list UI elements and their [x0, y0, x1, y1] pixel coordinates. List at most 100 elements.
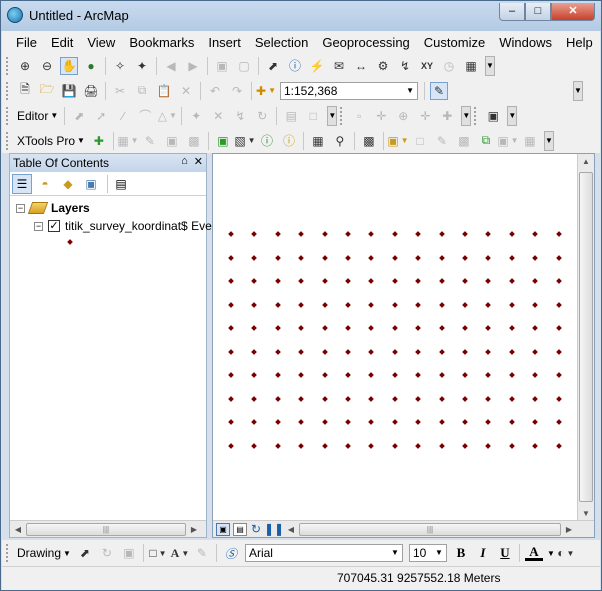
survey-point[interactable]	[391, 325, 398, 331]
survey-point[interactable]	[251, 372, 258, 378]
survey-point[interactable]	[555, 419, 562, 425]
snapping-icon[interactable]: ✛	[372, 107, 390, 125]
toolbar-grip[interactable]	[474, 106, 478, 125]
survey-point[interactable]	[228, 348, 234, 355]
survey-point[interactable]	[485, 419, 492, 425]
survey-point[interactable]	[438, 278, 445, 284]
menu-edit[interactable]: Edit	[45, 35, 79, 50]
layer-visibility-checkbox[interactable]: ✓	[48, 220, 60, 232]
survey-point[interactable]	[415, 254, 422, 261]
chevron-down-icon[interactable]: ▼	[406, 83, 414, 99]
toolbar-options-chevron-icon[interactable]: ▼	[543, 130, 554, 151]
title-bar[interactable]: Untitled - ArcMap – □ ✕	[1, 1, 601, 31]
survey-point[interactable]	[415, 278, 422, 284]
zoom-in-icon[interactable]: ⊕	[16, 57, 34, 75]
survey-point[interactable]	[228, 278, 234, 284]
survey-point[interactable]	[251, 395, 258, 402]
survey-point[interactable]	[368, 372, 375, 378]
survey-point[interactable]	[415, 325, 422, 331]
full-extent-globe-icon[interactable]: ●	[82, 57, 100, 75]
map-horizontal-scroll-thumb[interactable]: |||	[299, 522, 561, 536]
scroll-left-icon[interactable]: ◀	[10, 522, 26, 537]
add-feature-icon[interactable]: ▣	[214, 132, 232, 150]
survey-point[interactable]	[345, 348, 351, 355]
survey-point[interactable]	[228, 301, 234, 308]
survey-point[interactable]	[391, 301, 398, 308]
menu-help[interactable]: Help	[560, 35, 599, 50]
survey-point[interactable]	[391, 419, 398, 425]
open-folder-icon[interactable]: 🗁	[38, 82, 56, 100]
xtools-add-icon[interactable]: ✚	[90, 132, 108, 150]
info-icon[interactable]: ⓘ	[258, 132, 276, 150]
rectangle-icon[interactable]: □ ▼	[149, 544, 167, 562]
survey-point[interactable]	[368, 395, 375, 402]
survey-point[interactable]	[251, 254, 258, 261]
survey-point[interactable]	[532, 254, 539, 261]
survey-point[interactable]	[532, 301, 539, 308]
menu-bookmarks[interactable]: Bookmarks	[123, 35, 200, 50]
toolbar-grip[interactable]	[340, 106, 344, 125]
survey-point[interactable]	[368, 419, 375, 425]
survey-point[interactable]	[485, 301, 492, 308]
toolbar-grip[interactable]	[6, 81, 10, 100]
map-scale-combobox[interactable]: 1:152,368 ▼	[280, 81, 418, 100]
toolbar-grip[interactable]	[6, 106, 10, 125]
survey-point[interactable]	[462, 325, 468, 331]
survey-point[interactable]	[391, 254, 398, 261]
survey-point[interactable]	[508, 325, 515, 331]
survey-point[interactable]	[508, 372, 515, 378]
drawing-menu[interactable]: Drawing ▼	[14, 546, 74, 560]
survey-point[interactable]	[251, 419, 258, 425]
vertex-icon[interactable]: ⊕	[394, 107, 412, 125]
toolbar-options-chevron-icon[interactable]: ▼	[485, 55, 495, 76]
survey-point[interactable]	[274, 348, 281, 355]
reshape-icon[interactable]: ↯	[231, 107, 249, 125]
survey-point[interactable]	[508, 231, 515, 237]
survey-point[interactable]	[532, 442, 539, 449]
underline-button[interactable]: U	[496, 545, 514, 561]
survey-point[interactable]	[321, 278, 328, 284]
survey-point[interactable]	[368, 254, 375, 261]
survey-point[interactable]	[228, 419, 234, 425]
survey-point[interactable]	[462, 301, 468, 308]
survey-point[interactable]	[415, 231, 422, 237]
fill-color-icon[interactable]: ◐ ▼	[557, 544, 575, 562]
select-features-icon[interactable]: ▣	[213, 57, 231, 75]
survey-point[interactable]	[345, 419, 351, 425]
table-export-icon[interactable]: ▧ ▼	[234, 132, 255, 150]
survey-point[interactable]	[532, 372, 539, 378]
survey-point[interactable]	[368, 278, 375, 284]
survey-point[interactable]	[368, 348, 375, 355]
scroll-right-icon[interactable]: ▶	[186, 522, 202, 537]
fixed-zoom-out-icon[interactable]: ✦	[133, 57, 151, 75]
survey-point[interactable]	[298, 301, 305, 308]
survey-point[interactable]	[508, 278, 515, 284]
survey-point[interactable]	[345, 372, 351, 378]
survey-point[interactable]	[298, 254, 305, 261]
survey-point[interactable]	[274, 442, 281, 449]
identify-icon[interactable]: ⓘ	[286, 57, 304, 75]
survey-point[interactable]	[438, 348, 445, 355]
edit-vertices-icon[interactable]: ✎	[193, 544, 211, 562]
survey-point[interactable]	[391, 442, 398, 449]
survey-point[interactable]	[508, 348, 515, 355]
survey-point[interactable]	[462, 395, 468, 402]
chevron-down-icon[interactable]: ▼	[435, 545, 443, 561]
toolbar-options-chevron-icon[interactable]: ▼	[507, 105, 518, 126]
table-tools-icon[interactable]: ▦ ▼	[117, 132, 138, 150]
attributes-icon[interactable]: ▤	[282, 107, 300, 125]
scroll-right-icon[interactable]: ▶	[561, 522, 577, 537]
survey-point[interactable]	[438, 395, 445, 402]
survey-point[interactable]	[274, 395, 281, 402]
identify-xtools-icon[interactable]: ⓘ	[280, 132, 298, 150]
zoom-element-icon[interactable]: ▣	[120, 544, 138, 562]
overlay-icon[interactable]: ▩	[185, 132, 203, 150]
survey-point[interactable]	[415, 348, 422, 355]
survey-point[interactable]	[321, 372, 328, 378]
survey-point[interactable]	[391, 278, 398, 284]
survey-point[interactable]	[321, 231, 328, 237]
survey-point[interactable]	[485, 278, 492, 284]
survey-point[interactable]	[228, 325, 234, 331]
go-back-icon[interactable]: ◀	[162, 57, 180, 75]
go-to-xy-icon[interactable]: XY	[418, 57, 436, 75]
